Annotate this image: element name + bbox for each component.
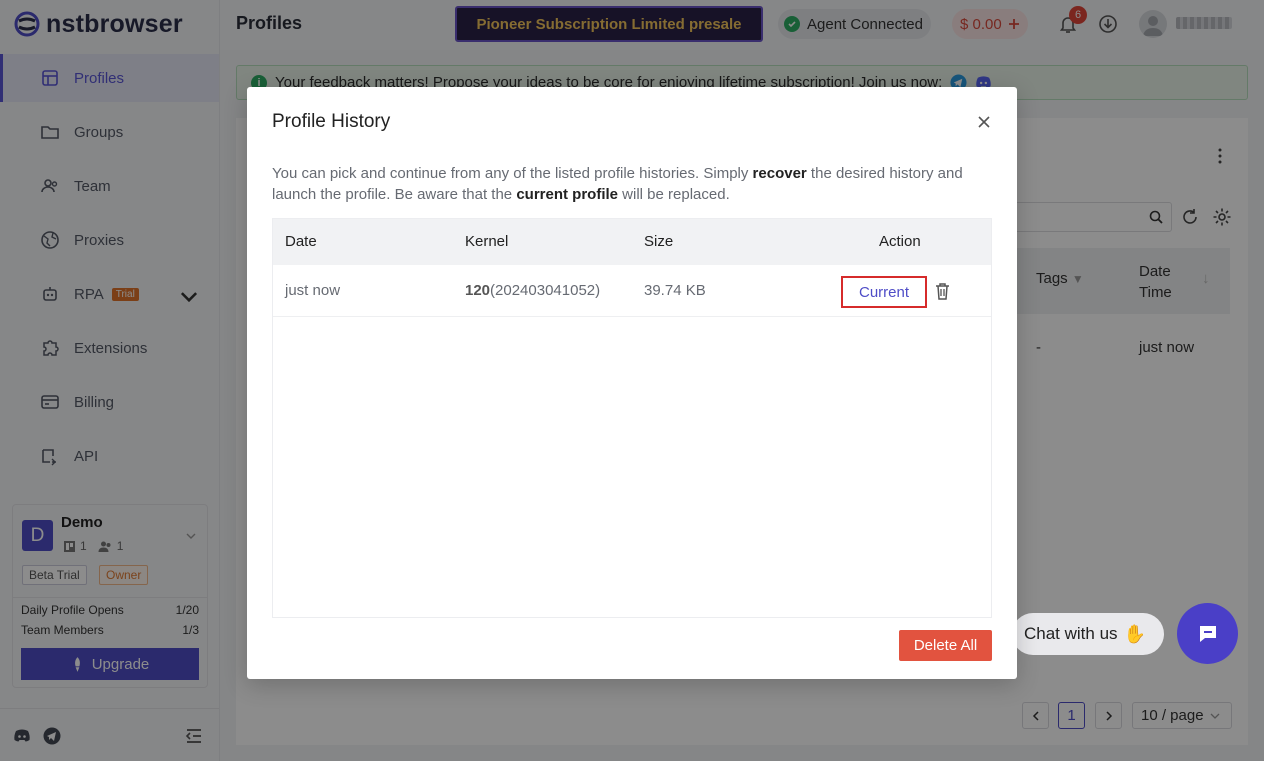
- trash-icon[interactable]: [934, 282, 951, 300]
- wave-icon: ✋: [1123, 623, 1146, 644]
- chat-label: Chat with us: [1024, 624, 1118, 643]
- chat-with-us-bubble[interactable]: Chat with us ✋: [1012, 613, 1164, 655]
- cell-kernel: 120(202403041052): [465, 282, 601, 299]
- column-action: Action: [879, 233, 921, 250]
- profile-history-modal: Profile History You can pick and continu…: [247, 87, 1017, 679]
- history-table-header: Date Kernel Size Action: [273, 219, 991, 265]
- close-icon[interactable]: [977, 115, 991, 129]
- column-size: Size: [644, 233, 674, 250]
- chat-button[interactable]: [1177, 603, 1238, 664]
- column-kernel: Kernel: [465, 233, 509, 250]
- history-table: Date Kernel Size Action just now 120(202…: [272, 218, 992, 618]
- modal-description: You can pick and continue from any of th…: [272, 165, 963, 203]
- cell-size: 39.74 KB: [644, 282, 706, 299]
- current-button[interactable]: Current: [841, 276, 927, 308]
- modal-title: Profile History: [272, 111, 391, 132]
- delete-all-button[interactable]: Delete All: [899, 630, 992, 661]
- column-date: Date: [285, 233, 317, 250]
- chat-icon: [1199, 625, 1216, 642]
- table-row: just now 120(202403041052) 39.74 KB Curr…: [273, 265, 991, 317]
- cell-date: just now: [285, 282, 341, 299]
